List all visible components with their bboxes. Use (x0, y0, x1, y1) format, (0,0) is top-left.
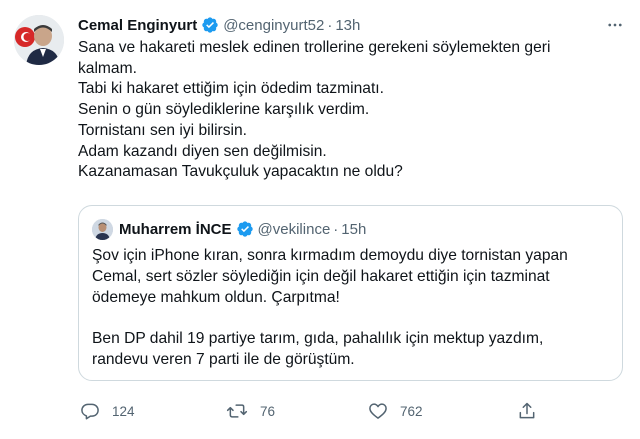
author-avatar-image (14, 15, 64, 65)
reply-count: 124 (112, 403, 135, 419)
tweet-header: Cemal Enginyurt @cenginyurt52 · 13h (78, 14, 620, 36)
quoted-author-avatar (92, 218, 113, 240)
retweet-button[interactable]: 76 (226, 400, 275, 422)
more-dots-icon[interactable] (604, 14, 626, 36)
tweet-actions: 124 76 762 (80, 400, 550, 422)
quoted-text-line: Ben DP dahil 19 partiye tarım, gıda, pah… (92, 330, 544, 348)
tweet-text-line: kalmam. (78, 59, 137, 77)
quoted-tweet-header: Muharrem İNCE @vekilince · 15h (92, 218, 366, 240)
tweet-text: Sana ve hakareti meslek edinen trollerin… (78, 38, 630, 183)
retweet-icon (226, 404, 248, 418)
quoted-text-line: ödemeye mahkum oldun. Çarpıtma! (92, 288, 340, 306)
quoted-author-name: Muharrem İNCE (119, 220, 232, 238)
like-button[interactable]: 762 (368, 400, 423, 422)
quoted-text-line: Cemal, sert sözler söylediğin için değil… (92, 267, 550, 285)
reply-icon (81, 403, 99, 420)
quoted-tweet-timestamp: 15h (341, 220, 367, 238)
header-separator: · (327, 16, 333, 34)
like-count: 762 (400, 403, 423, 419)
reply-button[interactable]: 124 (80, 400, 135, 422)
retweet-count: 76 (260, 403, 276, 419)
author-avatar[interactable] (14, 15, 64, 65)
quoted-author-handle: @vekilince (257, 220, 331, 238)
verified-badge-icon (236, 220, 254, 238)
tweet-text-line: Tornistanı sen iyi bilirsin. (78, 121, 247, 139)
tweet-text-line: Sana ve hakareti meslek edinen trollerin… (78, 39, 551, 56)
tweet-timestamp[interactable]: 13h (335, 17, 360, 34)
author-handle[interactable]: @cenginyurt52 (223, 17, 324, 34)
author-name[interactable]: Cemal Enginyurt (78, 17, 197, 34)
heart-icon (369, 403, 387, 419)
quoted-header-separator: · (333, 220, 339, 238)
quoted-tweet[interactable]: Muharrem İNCE @vekilince · 15h Şov için … (78, 205, 623, 381)
verified-badge-icon (201, 16, 219, 34)
share-icon (519, 402, 535, 419)
tweet-card: Cemal Enginyurt @cenginyurt52 · 13h Sana… (0, 0, 640, 439)
quoted-text-line: Şov için iPhone kıran, sonra kırmadım de… (92, 247, 568, 264)
tweet-text-line: Senin o gün söylediklerine karşılık verd… (78, 101, 370, 119)
tweet-text-line: Kazanamasan Tavukçuluk yapacaktın ne old… (78, 163, 403, 181)
quoted-text-line: randevu veren 7 parti ile de görüştüm. (92, 350, 355, 368)
tweet-text-line: Adam kazandı diyen sen değilmisin. (78, 142, 327, 160)
share-button[interactable] (517, 400, 537, 422)
tweet-text-line: Tabi ki hakaret ettiğim için ödedim tazm… (78, 80, 384, 98)
quoted-tweet-text: Şov için iPhone kıran, sonra kırmadım de… (92, 246, 612, 371)
